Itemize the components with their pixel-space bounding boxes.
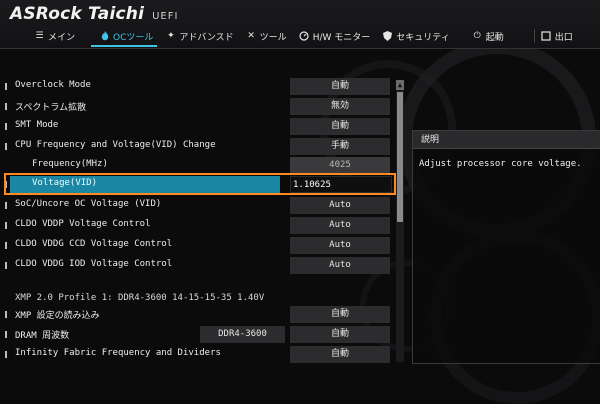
power-icon: ⏻ bbox=[473, 31, 481, 41]
setting-row[interactable]: DRAM 周波数 DDR4-3600 自動 bbox=[0, 325, 395, 344]
setting-value[interactable]: 無効 bbox=[290, 98, 390, 115]
tab-label: メイン bbox=[48, 32, 76, 43]
setting-value[interactable]: 自動 bbox=[290, 306, 390, 323]
row-marker bbox=[5, 331, 7, 338]
tab-security[interactable]: セキュリティ bbox=[376, 25, 455, 47]
setting-row[interactable]: CPU Frequency and Voltage(VID) Change 手動 bbox=[0, 137, 395, 156]
row-marker bbox=[5, 103, 7, 110]
setting-row[interactable]: スペクトラム拡散 無効 bbox=[0, 97, 395, 116]
setting-value[interactable]: 自動 bbox=[290, 118, 390, 135]
setting-value[interactable]: 自動 bbox=[290, 78, 390, 95]
setting-row[interactable]: Infinity Fabric Frequency and Dividers 自… bbox=[0, 345, 395, 364]
tab-hw-monitor[interactable]: H/W モニター bbox=[293, 25, 377, 47]
scroll-up-icon[interactable]: ▲ bbox=[396, 80, 404, 90]
setting-value[interactable]: Auto bbox=[290, 257, 390, 274]
setting-value[interactable]: 手動 bbox=[290, 138, 390, 155]
setting-label: CPU Frequency and Voltage(VID) Change bbox=[15, 140, 216, 150]
row-marker bbox=[5, 351, 7, 358]
setting-row[interactable]: CLDO VDDG CCD Voltage Control Auto bbox=[0, 236, 395, 255]
tab-boot[interactable]: ⏻ 起動 bbox=[466, 25, 510, 47]
row-marker bbox=[5, 83, 7, 90]
setting-row[interactable]: CLDO VDDP Voltage Control Auto bbox=[0, 216, 395, 235]
tab-advanced[interactable]: ✦ アドバンスド bbox=[159, 25, 239, 47]
row-marker bbox=[5, 202, 7, 209]
xmp-profile-info: XMP 2.0 Profile 1: DDR4-3600 14-15-15-35… bbox=[15, 293, 265, 303]
setting-value[interactable]: 自動 bbox=[290, 346, 390, 363]
setting-label: XMP 設定の読み込み bbox=[15, 311, 100, 321]
setting-value[interactable]: Auto bbox=[290, 197, 390, 214]
row-marker bbox=[5, 242, 7, 249]
row-marker bbox=[5, 262, 7, 269]
tab-label: ツール bbox=[259, 32, 287, 43]
monitor-icon bbox=[299, 31, 310, 42]
tab-label: H/W モニター bbox=[312, 32, 371, 43]
setting-label: CLDO VDDG CCD Voltage Control bbox=[15, 239, 173, 249]
setting-label: SoC/Uncore OC Voltage (VID) bbox=[15, 199, 162, 209]
scrollbar-thumb[interactable] bbox=[397, 92, 403, 222]
setting-value[interactable]: 自動 bbox=[290, 326, 390, 343]
firmware-label: UEFI bbox=[152, 11, 179, 22]
setting-label: Frequency(MHz) bbox=[32, 159, 108, 169]
highlight-frame bbox=[4, 173, 396, 195]
description-panel: 説明 Adjust processor core voltage. bbox=[412, 130, 600, 364]
setting-row[interactable]: SoC/Uncore OC Voltage (VID) Auto bbox=[0, 196, 395, 215]
exit-icon bbox=[541, 31, 552, 42]
star-icon: ✦ bbox=[167, 31, 175, 41]
setting-label: Infinity Fabric Frequency and Dividers bbox=[15, 348, 221, 358]
tab-tools[interactable]: ✕ ツール bbox=[240, 25, 293, 47]
brand-name: ASRock Taichi bbox=[10, 4, 145, 24]
row-marker bbox=[5, 123, 7, 130]
setting-label: DRAM 周波数 bbox=[15, 331, 70, 341]
description-title: 説明 bbox=[413, 131, 600, 149]
wrench-icon: ✕ bbox=[247, 31, 255, 41]
setting-row[interactable]: SMT Mode 自動 bbox=[0, 117, 395, 136]
tab-label: アドバンスド bbox=[179, 32, 234, 43]
tab-label: 起動 bbox=[485, 32, 504, 43]
header-bar: ASRock Taichi UEFI ☰ メイン OCツール ✦ アドバンスド ✕… bbox=[0, 0, 600, 49]
tab-label: セキュリティ bbox=[396, 32, 450, 43]
setting-label: SMT Mode bbox=[15, 120, 59, 130]
setting-row[interactable]: Overclock Mode 自動 bbox=[0, 77, 395, 96]
scrollbar[interactable]: ▲ bbox=[396, 80, 404, 362]
setting-row[interactable]: CLDO VDDG IOD Voltage Control Auto bbox=[0, 256, 395, 275]
setting-value[interactable]: Auto bbox=[290, 217, 390, 234]
main-nav: ☰ メイン OCツール ✦ アドバンスド ✕ ツール H/W モニター セキュリ… bbox=[0, 25, 600, 47]
description-text: Adjust processor core voltage. bbox=[419, 159, 582, 169]
setting-value[interactable]: 4025 bbox=[290, 157, 390, 174]
brand-logo: ASRock Taichi UEFI bbox=[10, 4, 178, 24]
setting-label: スペクトラム拡散 bbox=[15, 103, 87, 113]
row-marker bbox=[5, 222, 7, 229]
setting-extra-value: DDR4-3600 bbox=[200, 326, 285, 343]
active-tab-indicator bbox=[91, 45, 157, 47]
setting-row[interactable]: XMP 設定の読み込み 自動 bbox=[0, 305, 395, 324]
tab-exit[interactable]: 出口 bbox=[535, 25, 579, 47]
tab-oc-tools[interactable]: OCツール bbox=[93, 25, 159, 47]
setting-value[interactable]: Auto bbox=[290, 237, 390, 254]
flame-icon bbox=[99, 31, 110, 42]
setting-label: CLDO VDDP Voltage Control bbox=[15, 219, 151, 229]
tab-label: 出口 bbox=[554, 32, 573, 43]
setting-label: CLDO VDDG IOD Voltage Control bbox=[15, 259, 173, 269]
row-marker bbox=[5, 311, 7, 318]
tab-main[interactable]: ☰ メイン bbox=[28, 25, 81, 47]
tab-label: OCツール bbox=[113, 32, 154, 43]
shield-icon bbox=[382, 31, 393, 42]
list-icon: ☰ bbox=[35, 31, 44, 41]
row-marker bbox=[5, 143, 7, 150]
setting-label: Overclock Mode bbox=[15, 80, 91, 90]
